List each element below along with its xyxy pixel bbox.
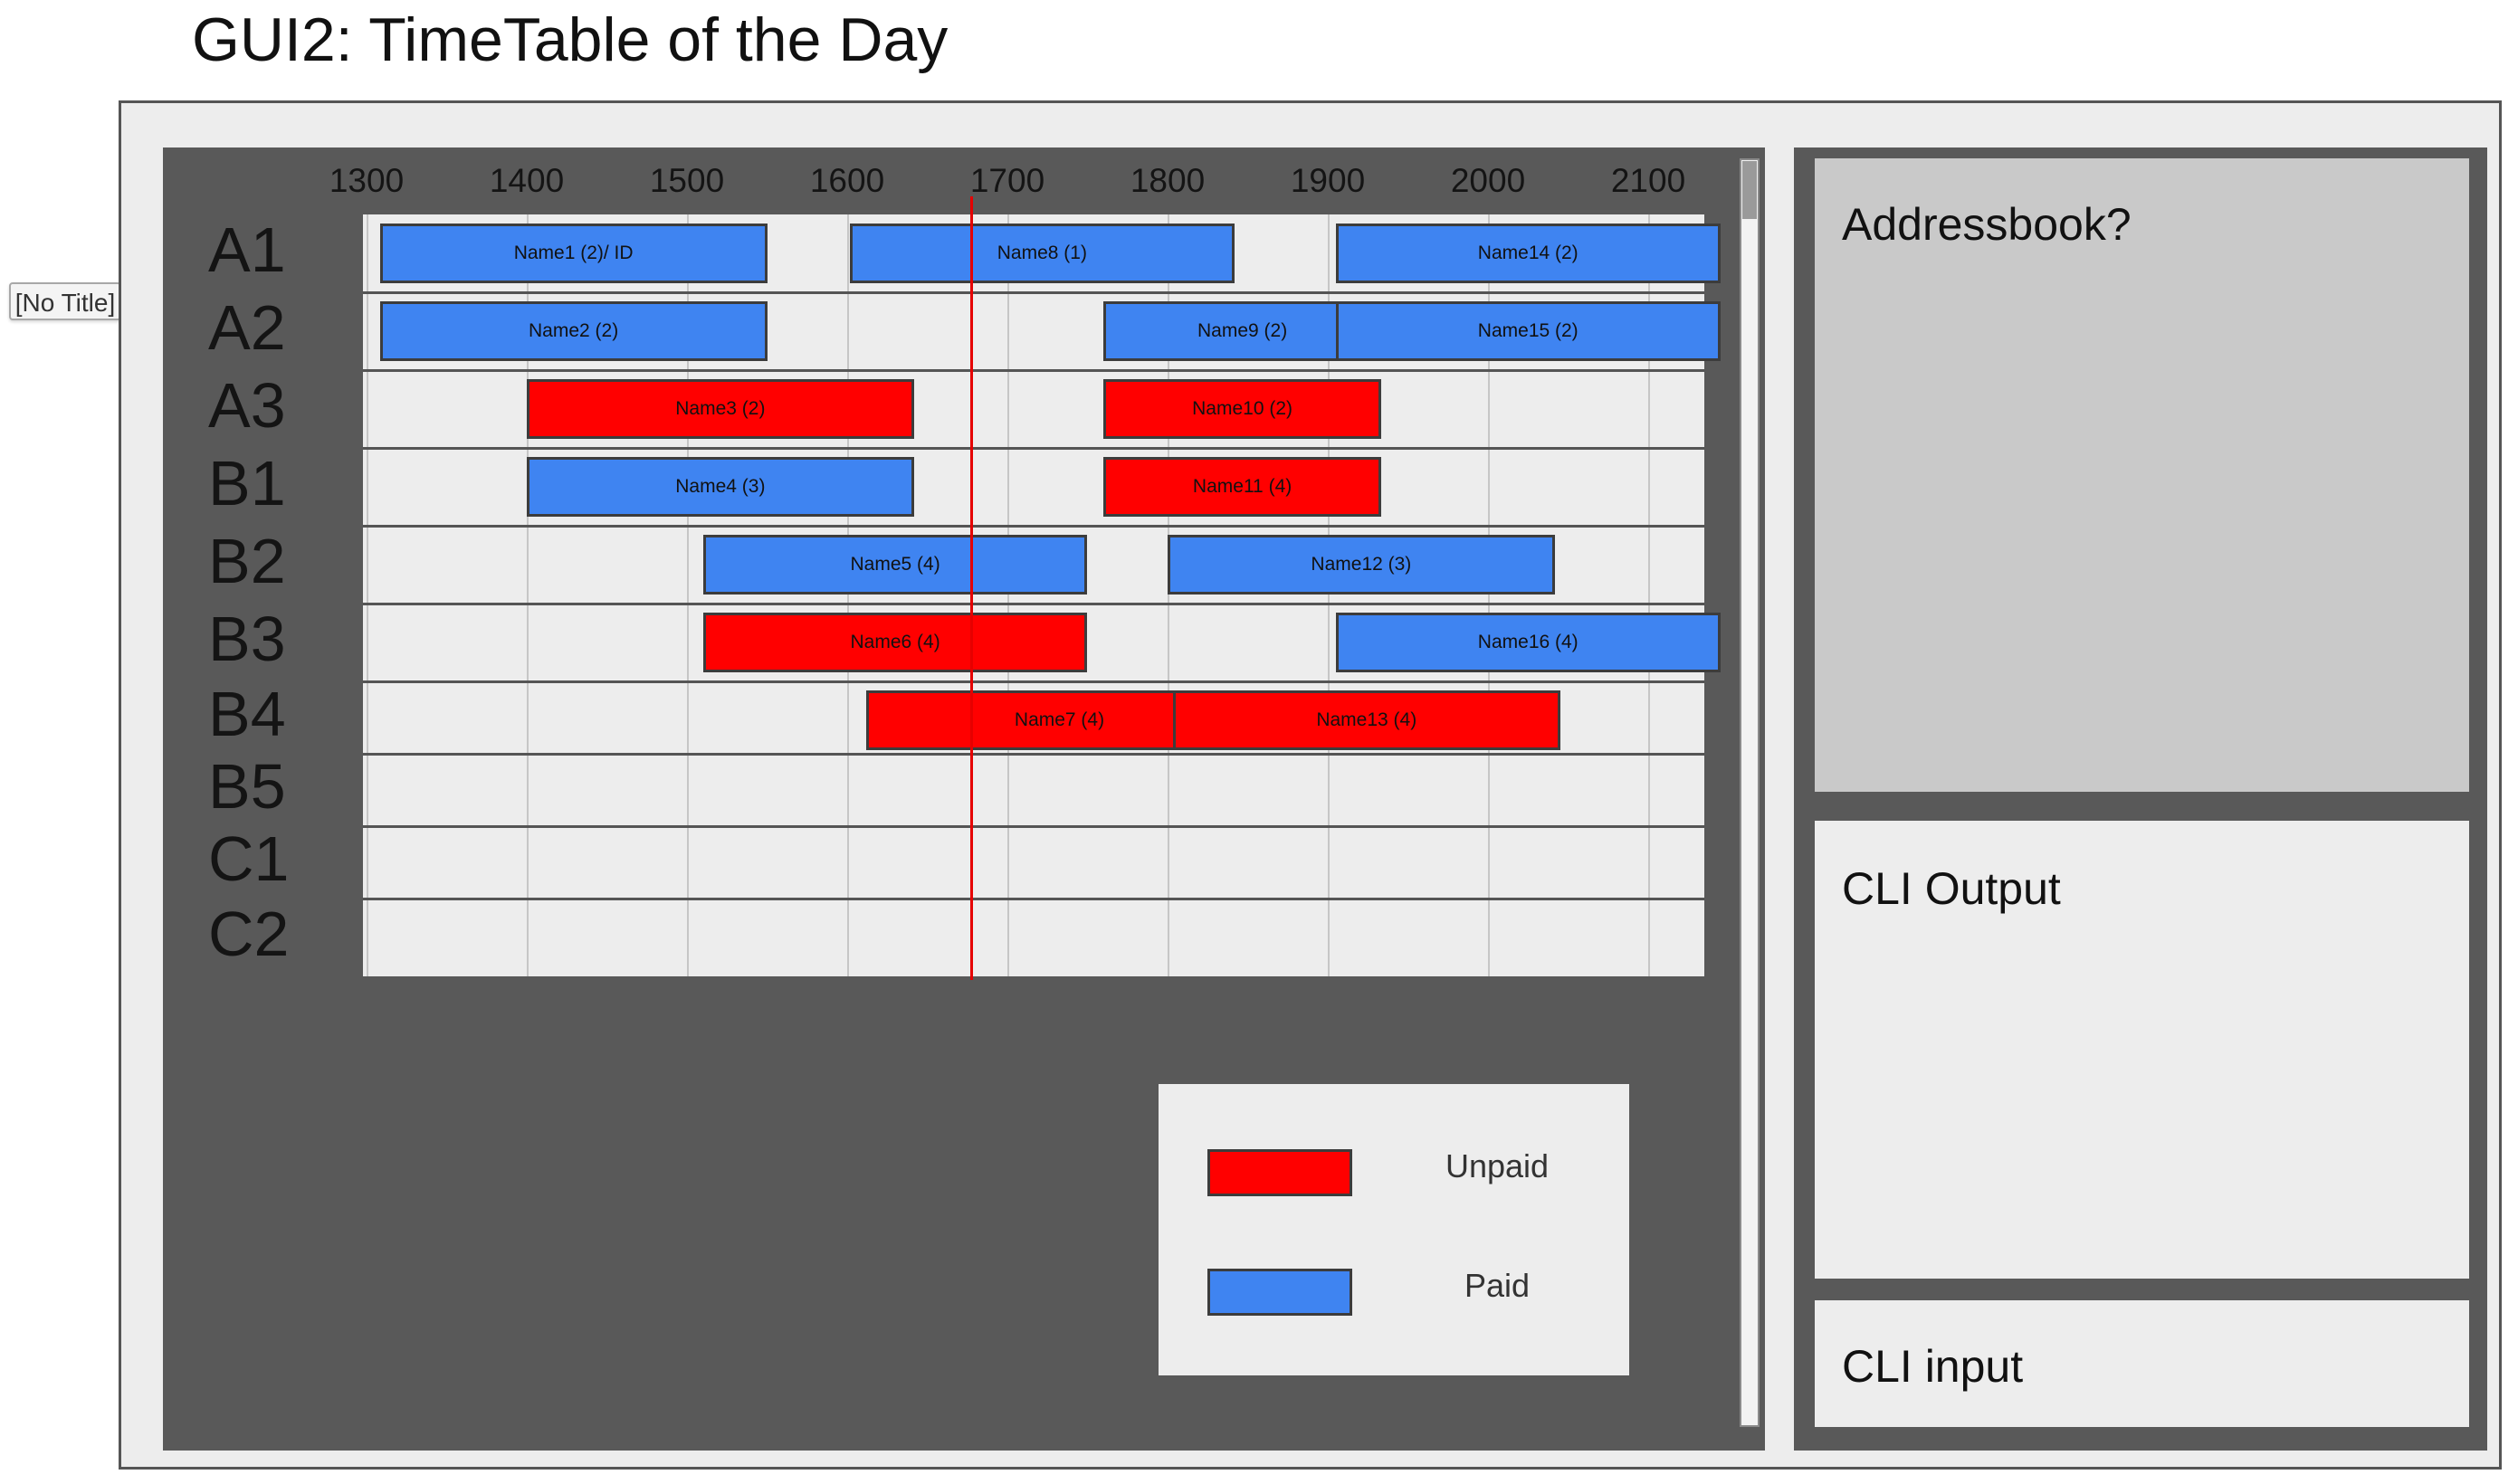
grid-row-line [363, 680, 1704, 683]
booking-unpaid[interactable]: Name10 (2) [1103, 379, 1381, 439]
booking-unpaid[interactable]: Name3 (2) [527, 379, 914, 439]
no-title-badge[interactable]: [No Title] [9, 282, 121, 320]
grid-column-line [1007, 214, 1009, 976]
room-label-a3: A3 [208, 370, 286, 441]
grid-row-line [363, 291, 1704, 294]
booking-paid[interactable]: Name4 (3) [527, 457, 914, 517]
booking-paid[interactable]: Name15 (2) [1335, 301, 1721, 361]
legend-label-unpaid: Unpaid [1445, 1147, 1550, 1184]
booking-paid[interactable]: Name8 (1) [849, 224, 1235, 283]
legend-swatch-unpaid [1207, 1149, 1352, 1196]
booking-unpaid[interactable]: Name11 (4) [1103, 457, 1381, 517]
grid-column-line [367, 214, 368, 976]
booking-unpaid[interactable]: Name13 (4) [1172, 690, 1560, 750]
cli-input-field[interactable]: CLI input [1815, 1300, 2469, 1427]
legend: Unpaid Paid [1159, 1084, 1629, 1375]
time-label: 2000 [1450, 162, 1526, 199]
grid-row-line [363, 825, 1704, 828]
time-label: 2100 [1610, 162, 1686, 199]
cli-input-title: CLI input [1842, 1341, 2024, 1392]
time-label: 1400 [489, 162, 565, 199]
legend-swatch-paid [1207, 1269, 1352, 1316]
legend-label-paid: Paid [1464, 1267, 1531, 1304]
grid-row-line [363, 603, 1704, 605]
booking-paid[interactable]: Name16 (4) [1335, 613, 1721, 672]
grid-row-line [363, 525, 1704, 528]
time-label: 1700 [969, 162, 1045, 199]
cli-output-panel: CLI Output [1815, 821, 2469, 1279]
addressbook-panel: Addressbook? [1815, 158, 2469, 792]
cli-output-title: CLI Output [1842, 863, 2061, 914]
addressbook-title: Addressbook? [1842, 199, 2132, 250]
page-title: GUI2: TimeTable of the Day [192, 5, 949, 74]
grid-column-line [847, 214, 849, 976]
time-label: 1300 [329, 162, 405, 199]
grid-row-line [363, 753, 1704, 756]
time-label: 1900 [1290, 162, 1366, 199]
current-time-line [969, 196, 973, 980]
time-label: 1600 [809, 162, 885, 199]
grid-row-line [363, 447, 1704, 450]
booking-paid[interactable]: Name14 (2) [1335, 224, 1721, 283]
grid-row-line [363, 898, 1704, 900]
scrollbar-thumb[interactable] [1742, 161, 1757, 219]
booking-paid[interactable]: Name12 (3) [1168, 535, 1555, 595]
right-panel: Addressbook? CLI Output CLI input [1794, 147, 2487, 1451]
room-label-b2: B2 [208, 526, 286, 596]
room-label-c1: C1 [208, 823, 290, 894]
booking-paid[interactable]: Name2 (2) [379, 301, 768, 361]
room-label-b3: B3 [208, 604, 286, 674]
grid-row-line [363, 369, 1704, 372]
booking-unpaid[interactable]: Name6 (4) [702, 613, 1088, 672]
booking-paid[interactable]: Name1 (2)/ ID [379, 224, 768, 283]
room-label-b4: B4 [208, 679, 286, 749]
timetable-grid: Name1 (2)/ ID Name8 (1) Name14 (2) Name2 (2… [363, 214, 1721, 976]
timetable-panel: 1300 1400 1500 1600 1700 1800 1900 2000 2100 A1 A… [163, 147, 1765, 1451]
booking-paid[interactable]: Name5 (4) [702, 535, 1088, 595]
time-label: 1800 [1130, 162, 1206, 199]
room-label-a2: A2 [208, 292, 286, 363]
time-label: 1500 [649, 162, 725, 199]
room-label-a1: A1 [208, 214, 286, 285]
vertical-scrollbar[interactable] [1740, 158, 1760, 1427]
room-label-c2: C2 [208, 899, 290, 969]
room-label-b5: B5 [208, 751, 286, 822]
room-label-b1: B1 [208, 448, 286, 518]
